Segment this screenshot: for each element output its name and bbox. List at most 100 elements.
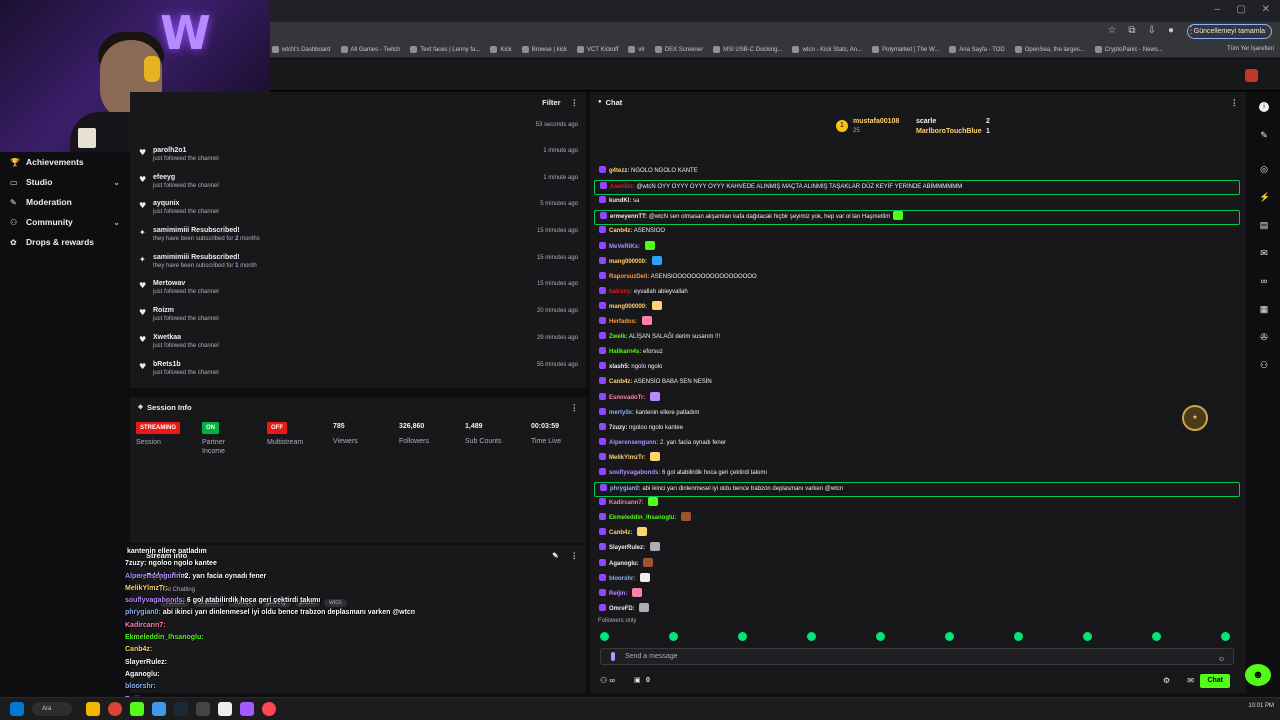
- app2-icon[interactable]: [240, 702, 254, 716]
- sidebar-item-moderation[interactable]: ✎ Moderation: [0, 192, 130, 212]
- sidebar-item-studio[interactable]: ▭ Studio ⌄: [0, 172, 130, 192]
- chat-username[interactable]: Reijin:: [609, 591, 627, 597]
- reaction-emote-icon[interactable]: [807, 632, 816, 641]
- feed-username[interactable]: samimimiii Resubscribed!: [153, 254, 240, 261]
- bookmark-item[interactable]: Text faces | Lenny fa...: [410, 46, 480, 53]
- chat-username[interactable]: Halikarn4s:: [609, 349, 641, 355]
- star-icon[interactable]: ☆: [1107, 25, 1116, 36]
- chat-username[interactable]: phrygian0:: [610, 486, 641, 492]
- bookmark-item[interactable]: All Games - Twitch: [340, 46, 400, 53]
- more-options-icon[interactable]: ⋮: [571, 98, 579, 107]
- chat-username[interactable]: Alperensengunn:: [609, 440, 658, 446]
- send-chat-button[interactable]: Chat: [1200, 674, 1230, 688]
- discord-icon[interactable]: [152, 702, 166, 716]
- chat-username[interactable]: MeVeRiKs:: [609, 244, 640, 250]
- storage-icon[interactable]: ▦: [1259, 304, 1269, 314]
- reaction-emote-icon[interactable]: [876, 632, 885, 641]
- update-browser-button[interactable]: Güncellemeyi tamamla: [1186, 24, 1272, 39]
- reaction-emote-icon[interactable]: [738, 632, 747, 641]
- bookmark-item[interactable]: DEX Screener: [654, 46, 703, 53]
- chat-username[interactable]: SlayerRulez:: [609, 545, 645, 551]
- file-explorer-icon[interactable]: [86, 702, 100, 716]
- reaction-emote-icon[interactable]: [1083, 632, 1092, 641]
- reaction-emote-icon[interactable]: [945, 632, 954, 641]
- chat-username[interactable]: EsnovadoTr:: [609, 395, 645, 401]
- taskbar-search[interactable]: Ara: [32, 702, 72, 716]
- chat-username[interactable]: bloorshr:: [609, 576, 635, 582]
- feed-username[interactable]: samimimiii Resubscribed!: [153, 227, 240, 234]
- bookmark-item[interactable]: Browse | kick: [521, 46, 567, 53]
- chat-username[interactable]: souflyvagabonds:: [609, 470, 660, 476]
- bookmark-item[interactable]: OpenSea, the larges...: [1014, 46, 1085, 53]
- chat-username[interactable]: Kadircann7:: [609, 500, 644, 506]
- drag-handle-icon[interactable]: ✥: [138, 404, 143, 411]
- second-gifter-name[interactable]: scarle: [916, 118, 936, 125]
- maximize-icon[interactable]: ▢: [1237, 4, 1246, 15]
- feed-username[interactable]: Mertowav: [153, 280, 185, 287]
- chat-username[interactable]: mertyilx:: [609, 410, 634, 416]
- chat-username[interactable]: ermeyennTT:: [610, 214, 647, 220]
- feed-username[interactable]: Roizm: [153, 307, 174, 314]
- bookmark-item[interactable]: wtcn - Kick Stats, An...: [792, 46, 862, 53]
- bookmark-item[interactable]: Kick: [490, 46, 512, 53]
- sidebar-item-community[interactable]: ⚇ Community ⌄: [0, 212, 130, 232]
- users-icon[interactable]: ⚇ ∞: [600, 676, 615, 685]
- reaction-emote-icon[interactable]: [1014, 632, 1023, 641]
- chat-username[interactable]: Zwelk:: [609, 334, 628, 340]
- pencil-icon[interactable]: ✎: [1259, 130, 1269, 140]
- chat-username[interactable]: MelikYlmzTr:: [609, 455, 646, 461]
- lightning-icon[interactable]: ⚡: [1259, 192, 1270, 202]
- bookmark-item[interactable]: Ana Sayfa - TOD: [949, 46, 1005, 53]
- feed-username[interactable]: Xwetkaa: [153, 334, 181, 341]
- reaction-emote-icon[interactable]: [1152, 632, 1161, 641]
- chat-username[interactable]: Canb4z:: [609, 379, 632, 385]
- chat-username[interactable]: 7zuzy:: [609, 425, 627, 431]
- steam-icon[interactable]: [174, 702, 188, 716]
- chat-username[interactable]: Canb4z:: [609, 530, 632, 536]
- feed-username[interactable]: parolh2o1: [153, 147, 186, 154]
- profile-icon[interactable]: ●: [1168, 25, 1174, 36]
- chat-username[interactable]: mang000000:: [609, 259, 647, 265]
- bookmark-item[interactable]: Polymarket | The W...: [872, 46, 939, 53]
- bookmark-item[interactable]: wtcN's Dashboard: [272, 46, 331, 53]
- reaction-emote-icon[interactable]: [669, 632, 678, 641]
- chat-username[interactable]: halrsoy:: [609, 289, 632, 295]
- chevron-down-icon[interactable]: ⌄: [113, 218, 120, 227]
- chevron-down-icon[interactable]: ⌄: [113, 178, 120, 187]
- chat-settings-icon[interactable]: ✉: [1187, 676, 1194, 685]
- chrome-icon[interactable]: [108, 702, 122, 716]
- feed-username[interactable]: bRets1b: [153, 361, 181, 368]
- valorant-icon[interactable]: [262, 702, 276, 716]
- feed-username[interactable]: efeeyg: [153, 174, 175, 181]
- kick-icon[interactable]: [130, 702, 144, 716]
- all-bookmarks-button[interactable]: Tüm Yer İşaretleri: [1227, 46, 1274, 52]
- chat-username[interactable]: mang000000:: [609, 304, 647, 310]
- chat-username[interactable]: OmreFD:: [609, 606, 635, 612]
- edit-icon[interactable]: ✎: [552, 551, 558, 560]
- settings-gear-icon[interactable]: ⚙: [1163, 676, 1170, 685]
- chat-username[interactable]: g4tezz:: [609, 168, 629, 174]
- chat-username[interactable]: xlash5:: [609, 364, 630, 370]
- minimize-icon[interactable]: –: [1214, 4, 1220, 15]
- chat-username[interactable]: Canb4z:: [609, 228, 632, 234]
- chat-username[interactable]: AsenDo:: [610, 184, 635, 190]
- sidebar-item-drops-rewards[interactable]: ✿ Drops & rewards: [0, 232, 130, 252]
- info-icon[interactable]: i: [1259, 102, 1269, 112]
- wrench-icon[interactable]: ✇: [1259, 332, 1269, 342]
- bookmark-item[interactable]: MSI USB-C Docking...: [713, 46, 782, 53]
- link-icon[interactable]: ∞: [1259, 276, 1269, 286]
- reaction-emote-icon[interactable]: [600, 632, 609, 641]
- floating-badge-icon[interactable]: ★: [1182, 405, 1208, 431]
- user-avatar[interactable]: [1245, 69, 1258, 82]
- bookmark-item[interactable]: VCT Kickoff: [576, 46, 618, 53]
- document-icon[interactable]: ▤: [1259, 220, 1269, 230]
- chat-bubble-fab-icon[interactable]: ☻: [1245, 664, 1271, 686]
- more-options-icon[interactable]: ⋮: [571, 403, 579, 412]
- camera-icon[interactable]: ◎: [1259, 164, 1269, 174]
- viewer-icon[interactable]: ▣: [634, 676, 641, 684]
- top-gifter-name[interactable]: mustafa00108: [853, 118, 899, 125]
- reaction-emote-icon[interactable]: [1221, 632, 1230, 641]
- notes-icon[interactable]: [218, 702, 232, 716]
- emoji-picker-icon[interactable]: ☺: [1218, 652, 1225, 667]
- close-icon[interactable]: ✕: [1262, 4, 1270, 15]
